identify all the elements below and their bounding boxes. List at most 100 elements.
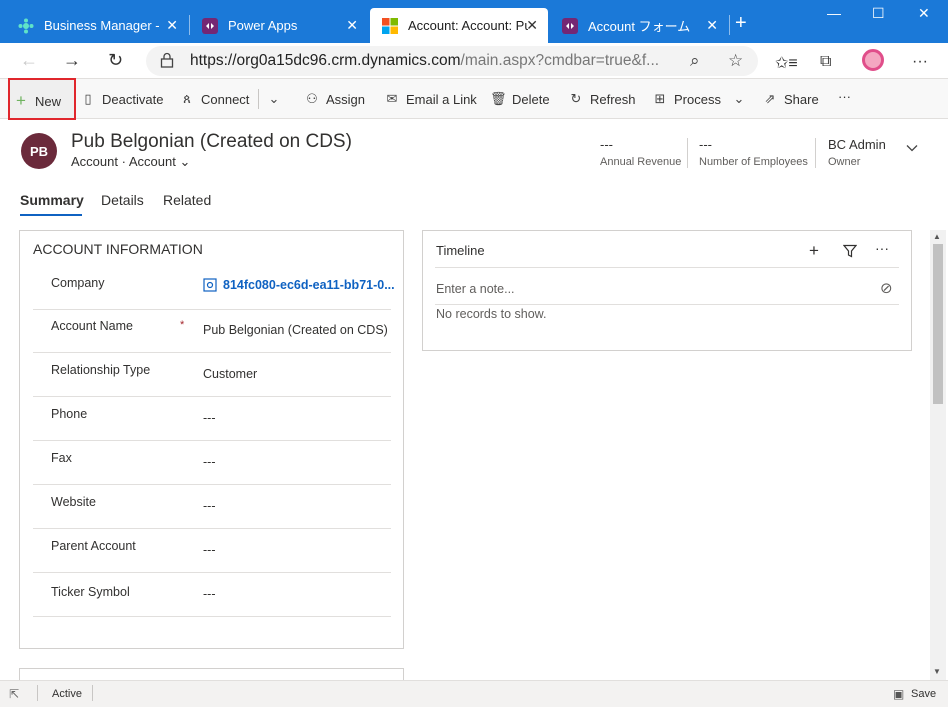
scroll-up-icon[interactable]: ▲ [933,232,941,241]
record-title: Pub Belgonian (Created on CDS) [71,131,352,152]
phone-input[interactable]: --- [203,411,216,425]
tab-details[interactable]: Details [101,192,144,208]
share-button[interactable]: ⇗ Share [762,91,819,107]
back-arrow-icon[interactable]: ← [20,50,38,71]
website-input[interactable]: --- [203,499,216,513]
next-section-card [19,668,404,680]
employees-field: --- Number of Employees [699,137,808,168]
tab-related[interactable]: Related [163,192,211,208]
connect-label: Connect [201,91,250,107]
more-menu-icon[interactable]: ··· [912,53,928,71]
minimize-button[interactable]: — [827,5,841,21]
email-icon: ✉ [386,91,398,106]
refresh-button[interactable]: ↻ Refresh [568,91,636,107]
new-tab-button[interactable]: + [735,12,747,35]
account-name-input[interactable]: Pub Belgonian (Created on CDS) [203,323,388,337]
parent-account-input[interactable]: --- [203,543,216,557]
attachment-icon[interactable]: ⊘ [880,279,893,297]
trash-icon: 🗑 [490,91,507,106]
refresh-icon[interactable]: ↻ [108,50,123,71]
company-link[interactable]: 814fc080-ec6d-ea11-bb71-0... [223,278,395,292]
maximize-button[interactable]: ☐ [872,5,885,22]
connect-button[interactable]: ጰ Connect [179,91,249,107]
tab-power-apps[interactable]: Power Apps ✕ [190,8,368,43]
chevron-down-icon: ⌄ [268,91,280,106]
process-button[interactable]: ⊞ Process ⌄ [652,91,753,107]
form-selector[interactable]: Account [129,154,176,169]
tab-account-active[interactable]: Account: Account: Pu ✕ [370,8,548,43]
close-icon[interactable]: ✕ [526,17,538,34]
divider [37,685,38,701]
field-relationship-type: Relationship Type Customer [33,353,391,397]
header-divider [687,138,688,168]
save-icon[interactable]: ▣ [893,687,904,701]
more-icon: ··· [838,89,851,104]
save-button[interactable]: Save [911,688,936,700]
status-bar: ⇱ Active ▣ Save [0,680,948,707]
microsoft-logo-icon [382,17,398,34]
timeline-empty-message: No records to show. [436,307,547,321]
email-link-button[interactable]: ✉ Email a Link [384,91,477,107]
field-website: Website --- [33,485,391,529]
connect-dropdown[interactable]: ⌄ [266,91,288,107]
record-status: Active [52,688,82,700]
favorite-star-icon[interactable]: ☆ [728,51,743,71]
new-button[interactable]: + New [13,91,61,111]
collections-icon[interactable]: ⧉ [820,53,831,71]
filter-icon[interactable] [843,244,857,258]
tab-business-manager[interactable]: Business Manager - D ✕ [6,8,188,43]
delete-button[interactable]: 🗑 Delete [490,91,550,107]
tab-title: Business Manager - D [44,18,164,33]
favorites-list-icon[interactable]: ✩≡ [775,53,798,73]
divider [92,685,93,701]
tab-summary[interactable]: Summary [20,192,84,208]
more-commands-button[interactable]: ··· [838,89,851,104]
browser-tab-strip: Business Manager - D ✕ Power Apps ✕ Acco… [0,0,948,43]
close-icon[interactable]: ✕ [706,17,718,34]
annual-revenue-field: --- Annual Revenue [600,137,682,168]
field-company: Company 814fc080-ec6d-ea11-bb71-0... [33,266,395,310]
note-input[interactable]: Enter a note... [436,282,515,296]
field-parent-account: Parent Account --- [33,529,391,573]
close-icon[interactable]: ✕ [346,17,358,34]
share-label: Share [784,91,819,107]
tab-title: Power Apps [228,18,298,33]
power-apps-icon [562,17,578,34]
window-close-button[interactable]: ✕ [918,5,930,22]
person-icon: ⚇ [306,91,318,106]
chevron-down-icon[interactable] [906,142,918,154]
ticker-symbol-input[interactable]: --- [203,587,216,601]
page-scrollbar[interactable]: ▲ ▼ [930,230,946,680]
close-icon[interactable]: ✕ [166,17,178,34]
power-apps-icon [202,17,218,34]
tab-title: Account フォーム [588,19,691,34]
plus-icon: + [16,91,26,110]
open-in-new-window-icon[interactable]: ⇱ [9,687,19,701]
active-tab-indicator [20,214,82,216]
refresh-icon: ↻ [570,91,582,106]
chevron-down-icon[interactable]: ⌄ [179,154,190,169]
field-fax: Fax --- [33,441,391,485]
forward-arrow-icon[interactable]: → [63,50,81,71]
address-bar-row: ← → ↻ https://org0a15dc96.crm.dynamics.c… [0,43,948,79]
relationship-type-select[interactable]: Customer [203,367,257,381]
refresh-label: Refresh [590,91,636,107]
scroll-down-icon[interactable]: ▼ [933,667,941,676]
process-label: Process [674,91,721,107]
url-input[interactable]: https://org0a15dc96.crm.dynamics.com/mai… [146,46,758,76]
assign-button[interactable]: ⚇ Assign [304,91,365,107]
deactivate-label: Deactivate [102,91,164,107]
deactivate-button[interactable]: ▯ Deactivate [80,91,163,107]
fax-input[interactable]: --- [203,455,216,469]
required-indicator: * [180,319,185,331]
owner-link[interactable]: BC Admin [828,137,886,152]
section-title: ACCOUNT INFORMATION [33,241,203,257]
add-icon[interactable]: + [809,241,819,261]
entity-name: Account [71,154,118,169]
profile-avatar[interactable] [862,49,884,71]
more-icon[interactable]: ··· [875,240,889,256]
zoom-icon[interactable]: ⌕ [690,51,700,71]
scroll-thumb[interactable] [933,244,943,404]
url-text: https://org0a15dc96.crm.dynamics.com/mai… [190,52,660,69]
tab-account-form[interactable]: Account フォーム ✕ [550,8,728,43]
